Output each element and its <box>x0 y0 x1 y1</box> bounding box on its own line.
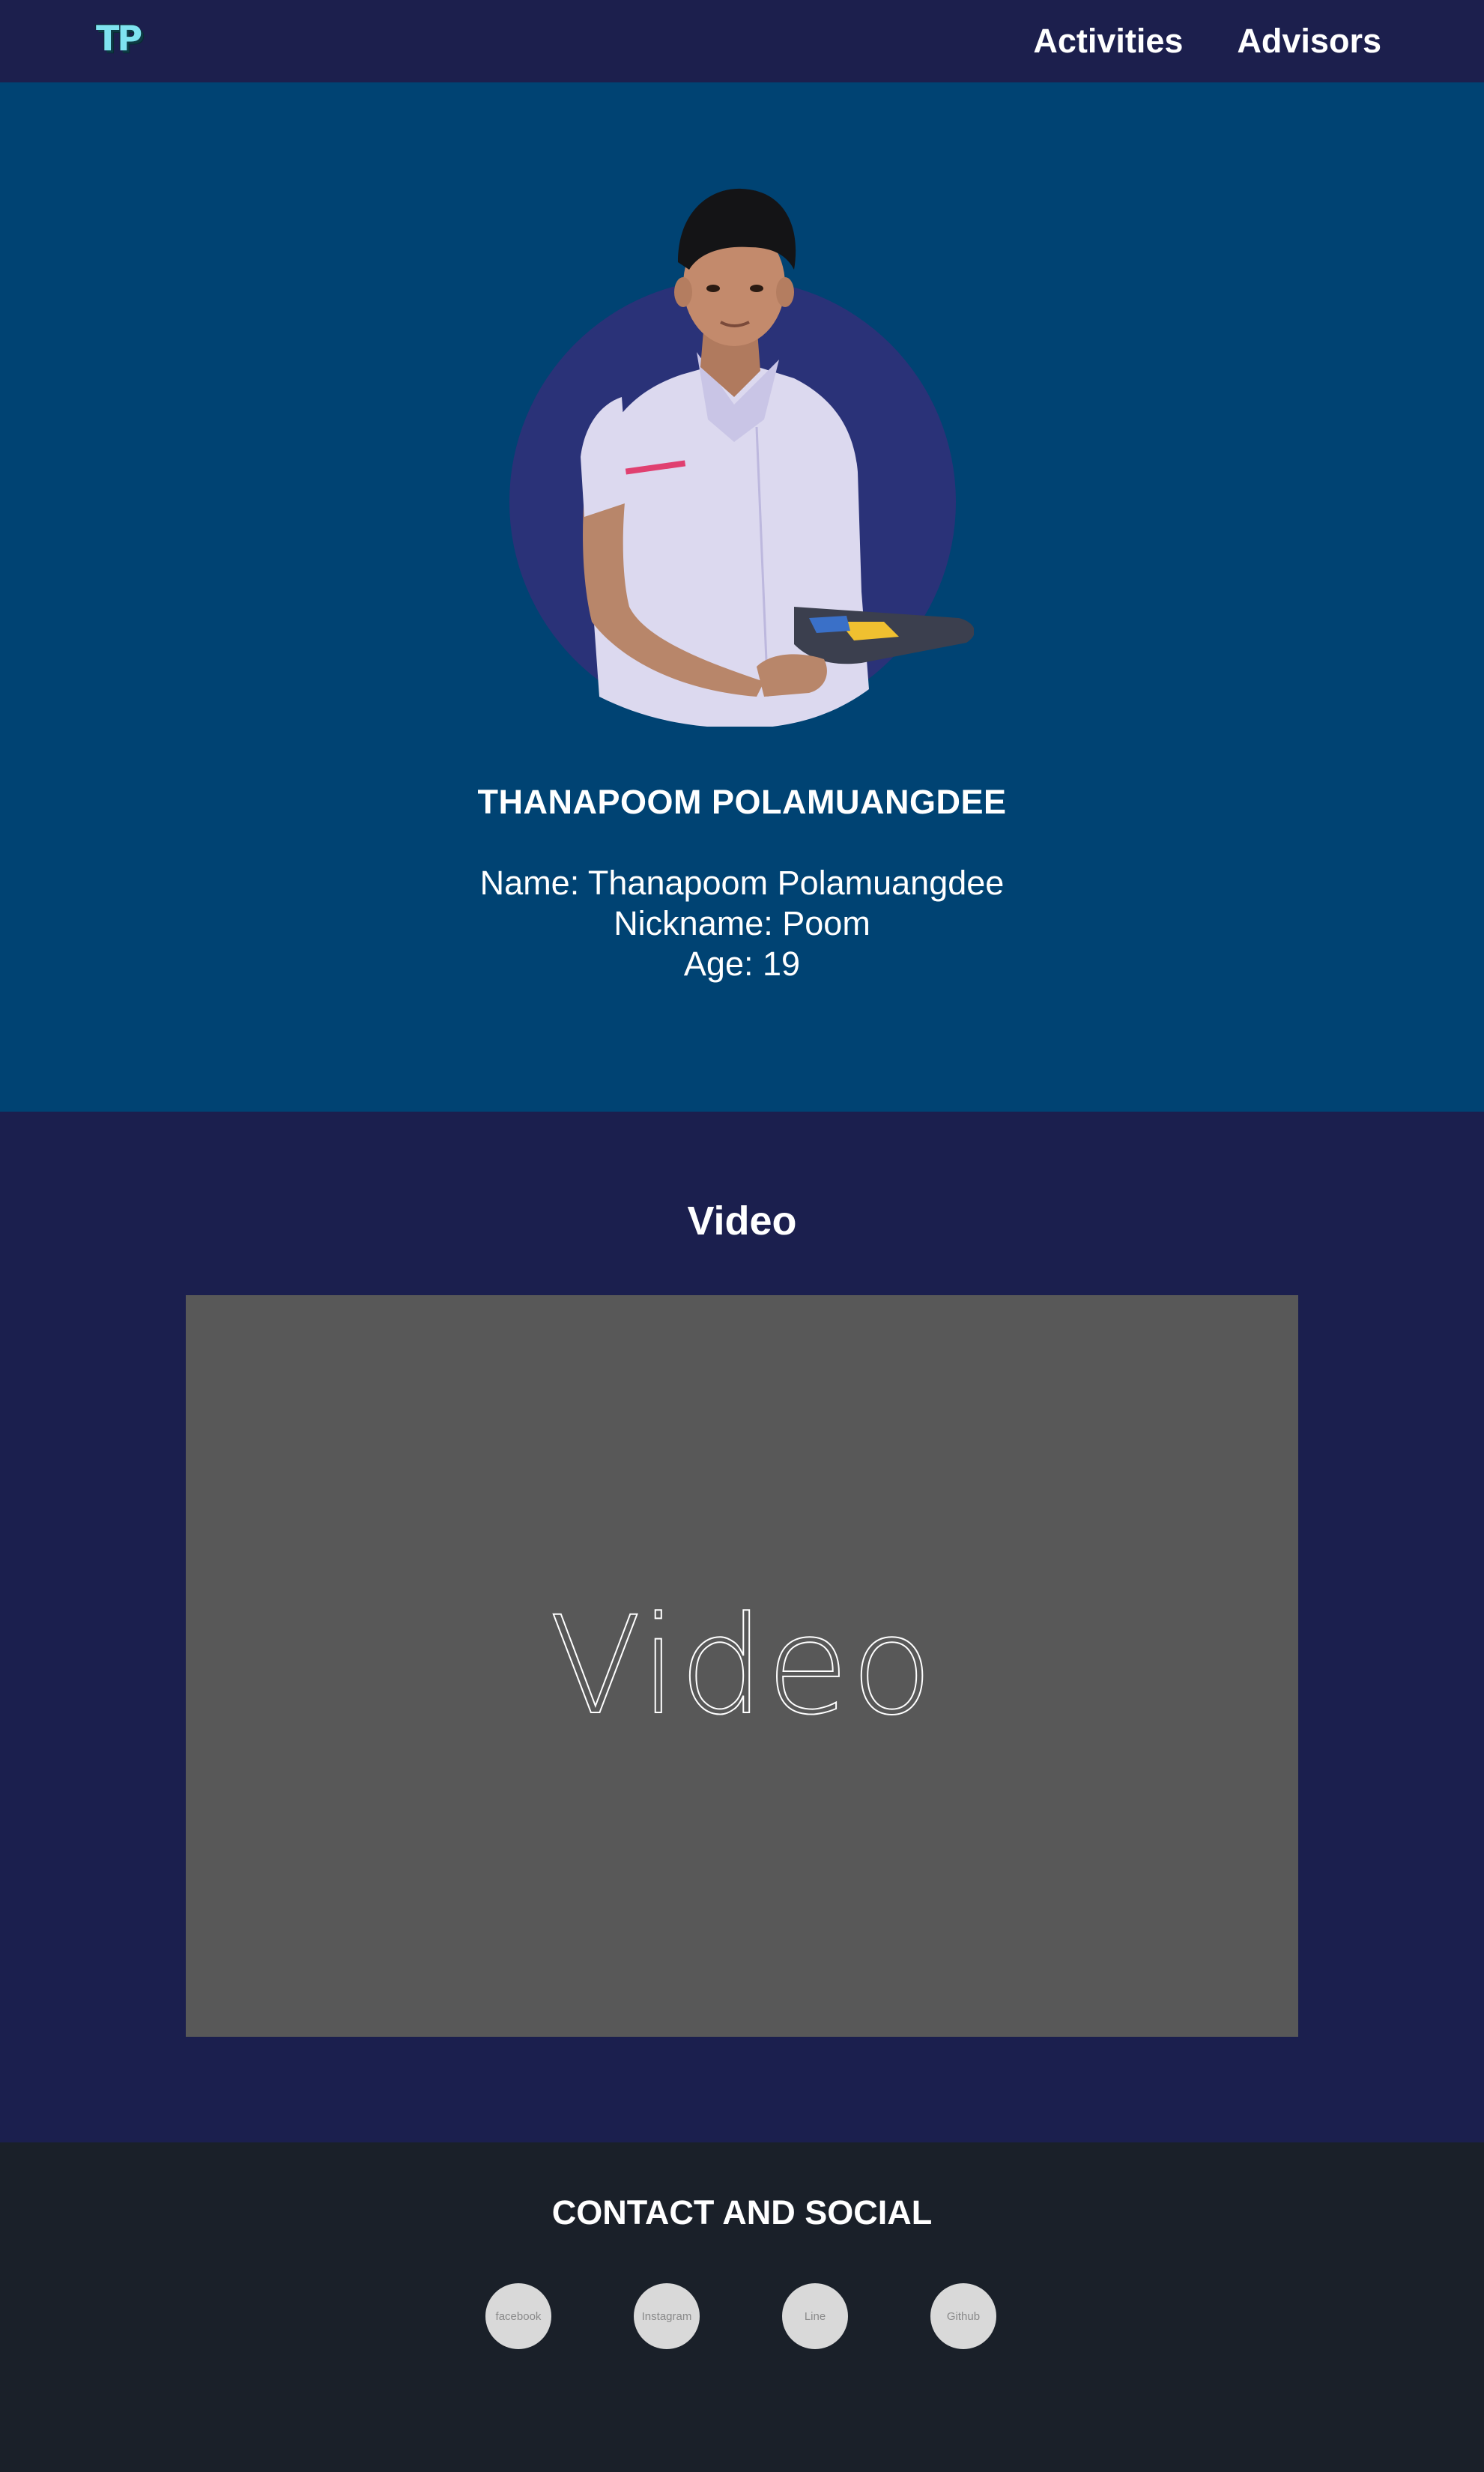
profile-details: Name: Thanapoom Polamuangdee Nickname: P… <box>0 863 1484 984</box>
nav-link-advisors[interactable]: Advisors <box>1237 22 1381 61</box>
facebook-button[interactable]: facebook <box>485 2283 551 2349</box>
github-button[interactable]: Github <box>930 2283 996 2349</box>
profile-section: THANAPOOM POLAMUANGDEE Name: Thanapoom P… <box>0 82 1484 1112</box>
video-player[interactable]: Video <box>186 1295 1298 2037</box>
social-links: facebook Instagram Line Github <box>485 2283 996 2349</box>
video-placeholder-text: Video <box>548 1587 935 1745</box>
video-heading: Video <box>687 1199 797 1243</box>
contact-section: CONTACT AND SOCIAL facebook Instagram Li… <box>0 2142 1484 2472</box>
nav-links: Activities Advisors <box>1033 0 1381 82</box>
top-navbar: TP Activities Advisors <box>0 0 1484 82</box>
instagram-button[interactable]: Instagram <box>634 2283 700 2349</box>
video-section: Video Video <box>0 1112 1484 2142</box>
nav-link-activities[interactable]: Activities <box>1033 22 1183 61</box>
profile-heading: THANAPOOM POLAMUANGDEE <box>477 783 1007 821</box>
detail-name: Name: Thanapoom Polamuangdee <box>479 864 1005 902</box>
profile-photo <box>509 188 974 727</box>
site-logo[interactable]: TP <box>96 18 144 58</box>
contact-heading: CONTACT AND SOCIAL <box>551 2193 933 2232</box>
detail-age: Age: 19 <box>683 945 801 983</box>
detail-nickname: Nickname: Poom <box>614 904 870 942</box>
line-button[interactable]: Line <box>782 2283 848 2349</box>
